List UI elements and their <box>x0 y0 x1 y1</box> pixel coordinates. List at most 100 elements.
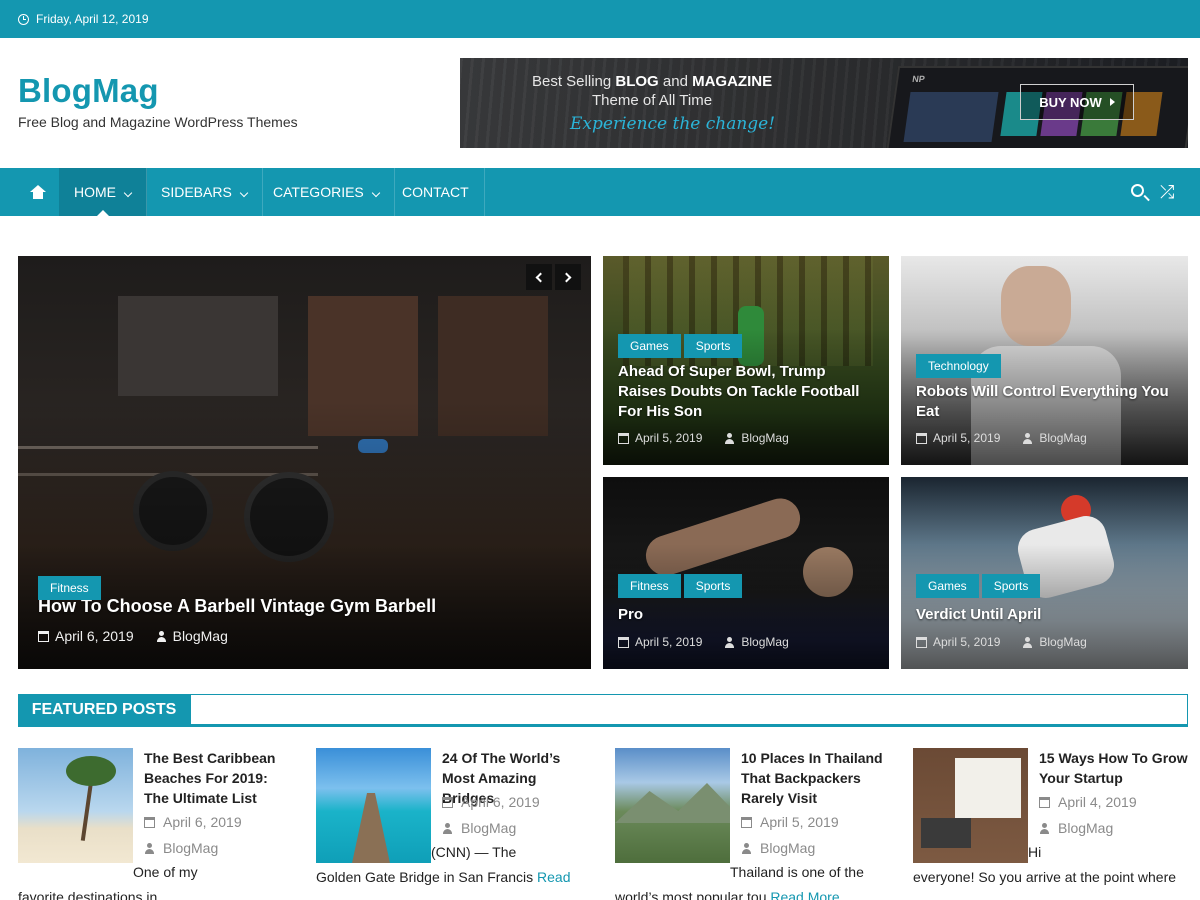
banner-line-1-mid: and <box>658 73 693 90</box>
post-author[interactable]: BlogMag <box>163 840 218 856</box>
caret-right-icon <box>1109 98 1115 106</box>
post-excerpt-line-2: favorite destinations in <box>18 889 158 900</box>
tag-sports[interactable]: Sports <box>981 574 1041 598</box>
nav-home-icon-button[interactable] <box>18 168 58 216</box>
header-banner-ad[interactable]: Best Selling BLOG and MAGAZINE Theme of … <box>460 58 1188 148</box>
grid-post-title[interactable]: Ahead Of Super Bowl, Trump Raises Doubts… <box>618 362 878 422</box>
post-thumbnail[interactable] <box>18 748 133 863</box>
chevron-left-icon <box>535 272 546 282</box>
nav-item-contact[interactable]: CONTACT <box>387 168 485 216</box>
slider-next-button[interactable] <box>555 264 581 290</box>
grid-post-card[interactable]: Fitness Sports Pro April 5, 2019 BlogMag <box>603 477 889 669</box>
banner-line-1: Best Selling BLOG and MAGAZINE <box>532 73 772 90</box>
featured-post: 10 Places In Thailand That Backpackers R… <box>615 748 895 900</box>
user-icon <box>1039 822 1050 834</box>
tag-technology[interactable]: Technology <box>916 354 1001 378</box>
tag-games[interactable]: Games <box>618 334 681 358</box>
post-date-meta: April 5, 2019 <box>741 814 839 830</box>
site-title[interactable]: BlogMag <box>18 72 159 110</box>
buy-now-button[interactable]: BUY NOW <box>1020 84 1134 120</box>
grid-post-author[interactable]: BlogMag <box>1039 635 1086 649</box>
tag-fitness[interactable]: Fitness <box>38 576 101 600</box>
nav-item-contact-label: CONTACT <box>402 184 469 200</box>
nav-item-categories[interactable]: CATEGORIES <box>258 168 395 216</box>
post-title[interactable]: 15 Ways How To Grow Your Startup <box>1039 748 1189 788</box>
banner-line-1-bold-1: BLOG <box>615 73 659 90</box>
post-thumbnail[interactable] <box>316 748 431 863</box>
featured-posts-heading: FEATURED POSTS <box>17 693 191 727</box>
nav-item-sidebars[interactable]: SIDEBARS <box>146 168 263 216</box>
tag-fitness[interactable]: Fitness <box>618 574 681 598</box>
post-title[interactable]: The Best Caribbean Beaches For 2019: The… <box>144 748 294 808</box>
site-description: Free Blog and Magazine WordPress Themes <box>18 114 298 130</box>
slider-post-date[interactable]: April 6, 2019 <box>55 628 134 644</box>
calendar-icon <box>916 636 927 648</box>
mountains <box>615 783 730 823</box>
top-bar: Friday, April 12, 2019 <box>0 0 1200 38</box>
post-thumbnail[interactable] <box>913 748 1028 863</box>
post-thumbnail[interactable] <box>615 748 730 863</box>
post-excerpt-line-2: Golden Gate Bridge in San Francis Read <box>316 865 570 890</box>
post-date[interactable]: April 6, 2019 <box>461 794 540 810</box>
grid-post-date[interactable]: April 5, 2019 <box>635 431 702 445</box>
slider-post-author[interactable]: BlogMag <box>173 628 228 644</box>
grid-post-author[interactable]: BlogMag <box>741 635 788 649</box>
banner-line-2: Theme of All Time <box>592 92 713 109</box>
featured-post: 24 Of The World’s Most Amazing Bridges A… <box>316 748 596 900</box>
main-slider[interactable]: How To Choose A Barbell Vintage Gym Barb… <box>18 256 591 669</box>
nav-item-sidebars-label: SIDEBARS <box>161 184 232 200</box>
nav-item-categories-label: CATEGORIES <box>273 184 364 200</box>
read-more-link[interactable]: Read More <box>770 889 839 900</box>
post-author[interactable]: BlogMag <box>1058 820 1113 836</box>
calendar-icon <box>38 630 49 642</box>
grid-post-author[interactable]: BlogMag <box>741 431 788 445</box>
tag-games[interactable]: Games <box>916 574 979 598</box>
banner-line-1-prefix: Best Selling <box>532 73 616 90</box>
grid-card-tags: Technology <box>916 354 1003 378</box>
chevron-down-icon <box>123 188 133 198</box>
grid-card-tags: Games Sports <box>916 574 1042 598</box>
user-icon <box>1022 432 1033 444</box>
grid-post-title[interactable]: Robots Will Control Everything You Eat <box>916 382 1176 422</box>
grid-post-author[interactable]: BlogMag <box>1039 431 1086 445</box>
shuffle-icon[interactable]: ⤮ <box>1160 182 1174 203</box>
grid-post-meta: April 5, 2019 BlogMag <box>916 635 1087 649</box>
post-excerpt-text: world’s most popular tou <box>615 889 767 900</box>
grid-post-card[interactable]: Games Sports Ahead Of Super Bowl, Trump … <box>603 256 889 465</box>
chevron-down-icon <box>371 188 381 198</box>
grid-post-title[interactable]: Verdict Until April <box>916 605 1176 625</box>
post-date[interactable]: April 5, 2019 <box>760 814 839 830</box>
slider-post-title[interactable]: How To Choose A Barbell Vintage Gym Barb… <box>38 596 558 616</box>
clock-icon <box>18 13 29 25</box>
banner-screen-logo: NP <box>911 74 926 84</box>
calendar-icon <box>741 816 752 828</box>
post-author[interactable]: BlogMag <box>760 840 815 856</box>
post-author[interactable]: BlogMag <box>461 820 516 836</box>
grid-post-date[interactable]: April 5, 2019 <box>933 431 1000 445</box>
grid-post-card[interactable]: Games Sports Verdict Until April April 5… <box>901 477 1188 669</box>
post-author-meta: BlogMag <box>442 820 516 836</box>
grid-post-title[interactable]: Pro <box>618 605 878 625</box>
grid-post-date[interactable]: April 5, 2019 <box>933 635 1000 649</box>
tag-sports[interactable]: Sports <box>683 574 743 598</box>
post-excerpt-line-1: (CNN) — The <box>431 844 517 860</box>
chevron-right-icon <box>561 272 572 282</box>
post-date[interactable]: April 6, 2019 <box>163 814 242 830</box>
post-author-meta: BlogMag <box>1039 820 1113 836</box>
current-date: Friday, April 12, 2019 <box>18 12 149 26</box>
buy-now-label: BUY NOW <box>1039 94 1102 110</box>
slider-prev-button[interactable] <box>526 264 552 290</box>
read-more-link[interactable]: Read <box>537 869 570 885</box>
featured-post: The Best Caribbean Beaches For 2019: The… <box>18 748 298 900</box>
search-icon[interactable] <box>1131 184 1144 197</box>
grid-post-meta: April 5, 2019 BlogMag <box>618 635 789 649</box>
post-excerpt-line-1: Thailand is one of the <box>730 864 864 880</box>
tag-sports[interactable]: Sports <box>683 334 743 358</box>
current-date-text: Friday, April 12, 2019 <box>36 12 149 26</box>
grid-post-date[interactable]: April 5, 2019 <box>635 635 702 649</box>
grid-post-card[interactable]: Technology Robots Will Control Everythin… <box>901 256 1188 465</box>
post-title[interactable]: 10 Places In Thailand That Backpackers R… <box>741 748 891 808</box>
nav-item-home[interactable]: HOME <box>59 168 147 216</box>
palm-leaves <box>66 756 116 786</box>
post-date[interactable]: April 4, 2019 <box>1058 794 1137 810</box>
